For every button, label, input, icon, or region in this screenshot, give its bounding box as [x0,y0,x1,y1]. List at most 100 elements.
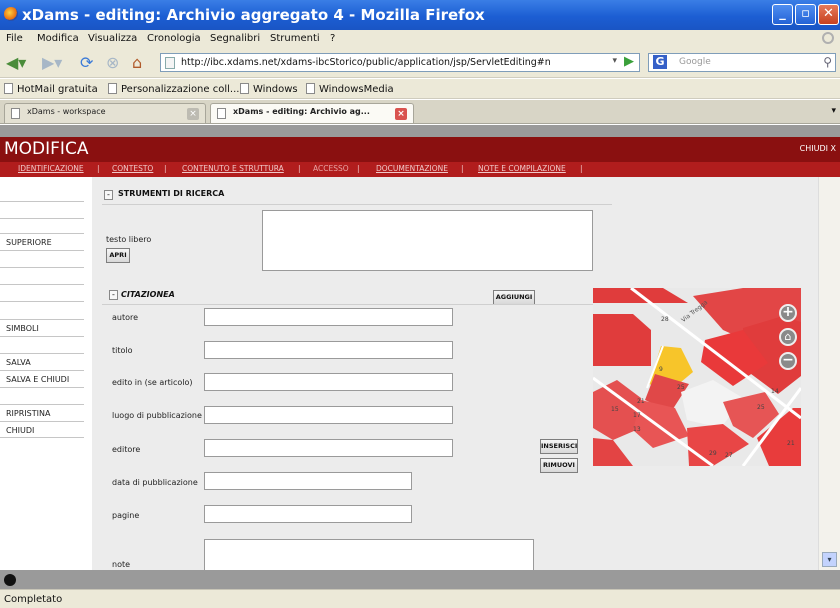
data-pubblicazione-label: data di pubblicazione [112,478,198,487]
zoom-in-icon[interactable]: + [779,304,797,322]
back-icon[interactable]: ◀▾ [6,53,26,73]
map-number: 15 [611,406,619,413]
status-text: Completato [4,594,63,605]
testo-libero-field[interactable] [262,210,593,271]
testo-libero-label: testo libero [106,235,152,244]
throbber-icon [822,32,834,44]
menu-strumenti[interactable]: Strumenti [270,33,320,44]
vertical-scrollbar[interactable]: ▾ [818,177,840,570]
search-icon[interactable]: ⚲ [823,55,832,69]
strumenti-heading: STRUMENTI DI RICERCA [118,189,225,198]
page-icon [4,83,13,94]
menu-file[interactable]: File [6,33,23,44]
tab-workspace[interactable]: xDams - workspace × [4,103,206,123]
google-icon[interactable]: G [653,55,667,69]
map-number: 28 [661,316,669,323]
map-number: 25 [677,384,685,391]
menu-cronologia[interactable]: Cronologia [147,33,201,44]
url-text[interactable]: http://ibc.xdams.net/xdams-ibcStorico/pu… [181,57,551,68]
page-icon [11,108,20,119]
tab-list-icon[interactable]: ▾ [831,106,836,116]
menu-visualizza[interactable]: Visualizza [88,33,137,44]
menu-segnalibri[interactable]: Segnalibri [210,33,260,44]
inserisci-button[interactable]: INSERISCI [540,439,578,454]
sidebar-item-simboli[interactable]: SIMBOLI [0,319,84,336]
note-label: note [112,560,131,569]
collapse-citazione-icon[interactable]: - [109,290,118,300]
edito-in-field[interactable] [204,373,453,391]
map-number: 13 [633,426,641,433]
url-dropdown-icon[interactable]: ▾ [612,56,617,66]
bookmark-windowsmedia[interactable]: WindowsMedia [306,83,394,95]
bookmarks-toolbar: HotMail gratuita Personalizzazione coll.… [0,79,840,99]
app-header: MODIFICA CHIUDI X [0,137,840,162]
map-canvas [593,288,801,466]
close-window-button[interactable]: ✕ [818,4,839,25]
menu-modifica[interactable]: Modifica [37,33,79,44]
sidebar-item-superiore[interactable]: SUPERIORE [0,233,84,250]
rimuovi-button[interactable]: RIMUOVI [540,458,578,473]
section-tabs: IDENTIFICAZIONE | CONTESTO | CONTENUTO E… [0,162,840,177]
map-number: 9 [659,366,663,373]
menu-help[interactable]: ? [330,33,335,44]
bookmark-hotmail[interactable]: HotMail gratuita [4,83,98,95]
bookmark-windows[interactable]: Windows [240,83,298,95]
app-footer [0,570,840,589]
window-title-bar: xDams - editing: Archivio aggregato 4 - … [0,0,840,30]
forward-icon[interactable]: ▶▾ [42,53,62,73]
window-title: xDams - editing: Archivio aggregato 4 - … [22,6,485,24]
sidebar-item-chiudi[interactable]: CHIUDI [0,421,84,438]
collapse-strumenti-icon[interactable]: - [104,190,113,200]
map-widget[interactable]: Via Tregga 28 9 25 21 17 15 13 14 25 29 … [593,288,801,466]
url-bar[interactable]: http://ibc.xdams.net/xdams-ibcStorico/pu… [160,53,640,72]
note-field[interactable] [204,539,534,570]
tab-contesto[interactable]: CONTESTO [112,164,153,173]
home-icon[interactable]: ⌂ [132,53,142,73]
pagine-field[interactable] [204,505,412,523]
close-tab-icon[interactable]: × [187,108,199,120]
tab-editing[interactable]: xDams - editing: Archivio ag... × [210,103,414,123]
tab-contenuto-struttura[interactable]: CONTENUTO E STRUTTURA [182,164,284,173]
tab-bar: xDams - workspace × xDams - editing: Arc… [0,100,840,124]
sidebar-item-salva-chiudi[interactable]: SALVA E CHIUDI [0,370,84,387]
editore-field[interactable] [204,439,453,457]
apri-button[interactable]: APRI [106,248,130,263]
stop-icon[interactable]: ⊗ [106,53,119,73]
sidebar-item-salva[interactable]: SALVA [0,353,84,370]
tab-accesso[interactable]: ACCESSO [313,164,349,173]
data-pubblicazione-field[interactable] [204,472,412,490]
close-app-button[interactable]: CHIUDI X [800,144,836,153]
tab-note-compilazione[interactable]: NOTE E COMPILAZIONE [478,164,566,173]
titolo-field[interactable] [204,341,453,359]
map-number: 17 [633,412,641,419]
go-icon[interactable]: ▶ [624,54,634,69]
tab-documentazione[interactable]: DOCUMENTAZIONE [376,164,448,173]
app-top-strip [0,125,840,137]
editore-label: editore [112,445,141,454]
navigation-toolbar: ◀▾ ▶▾ ⟳ ⊗ ⌂ http://ibc.xdams.net/xdams-i… [0,48,840,78]
search-bar[interactable]: G Google ⚲ [648,53,836,72]
page-icon [165,57,175,69]
maximize-button[interactable]: ▫ [795,4,816,25]
titolo-label: titolo [112,346,133,355]
map-number: 27 [725,452,733,459]
scroll-down-icon[interactable]: ▾ [822,552,837,567]
reload-icon[interactable]: ⟳ [80,53,93,73]
autore-field[interactable] [204,308,453,326]
close-tab-icon[interactable]: × [395,108,407,120]
minimize-button[interactable]: _ [772,4,793,25]
zoom-out-icon[interactable]: − [779,352,797,370]
footer-logo-icon [4,574,16,586]
sidebar-item-ripristina[interactable]: RIPRISTINA [0,404,84,421]
luogo-field[interactable] [204,406,453,424]
page-icon [108,83,117,94]
map-number: 29 [709,450,717,457]
page-title: MODIFICA [4,139,89,159]
home-view-icon[interactable]: ⌂ [779,328,797,346]
bookmark-personalizzazione[interactable]: Personalizzazione coll... [108,83,239,95]
tab-identificazione[interactable]: IDENTIFICAZIONE [18,164,84,173]
map-number: 14 [771,388,779,395]
map-number: 25 [757,404,765,411]
menu-bar: File Modifica Visualizza Cronologia Segn… [0,30,840,48]
aggiungi-button[interactable]: AGGIUNGI [493,290,535,305]
